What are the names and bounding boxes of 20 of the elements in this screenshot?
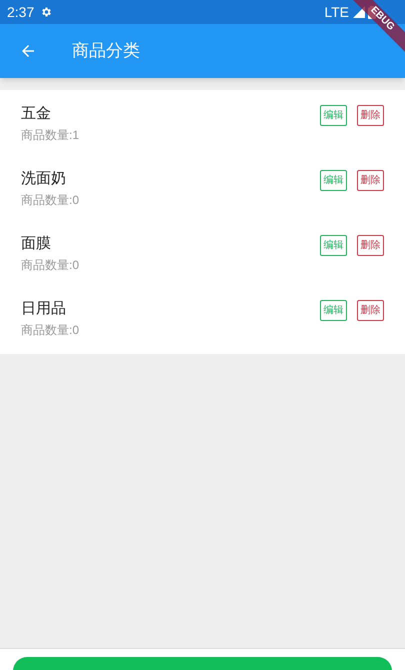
delete-button[interactable]: 删除 xyxy=(357,170,384,191)
delete-button[interactable]: 删除 xyxy=(357,235,384,256)
delete-button[interactable]: 删除 xyxy=(357,105,384,126)
category-name: 洗面奶 xyxy=(21,169,67,189)
network-label: LTE xyxy=(324,2,349,22)
status-time: 2:37 xyxy=(7,2,34,22)
category-name: 面膜 xyxy=(21,234,52,254)
edit-button[interactable]: 编辑 xyxy=(320,105,347,126)
product-count: 商品数量:1 xyxy=(21,127,80,143)
product-count: 商品数量:0 xyxy=(21,192,80,208)
category-name: 五金 xyxy=(21,104,52,124)
page-title: 商品分类 xyxy=(72,40,140,62)
edit-button[interactable]: 编辑 xyxy=(320,235,347,256)
product-count: 商品数量:0 xyxy=(21,322,80,338)
product-count: 商品数量:0 xyxy=(21,257,80,273)
settings-icon xyxy=(40,6,52,18)
edit-button[interactable]: 编辑 xyxy=(320,170,347,191)
edit-button[interactable]: 编辑 xyxy=(320,300,347,321)
delete-button[interactable]: 删除 xyxy=(357,300,384,321)
category-name: 日用品 xyxy=(21,299,67,319)
